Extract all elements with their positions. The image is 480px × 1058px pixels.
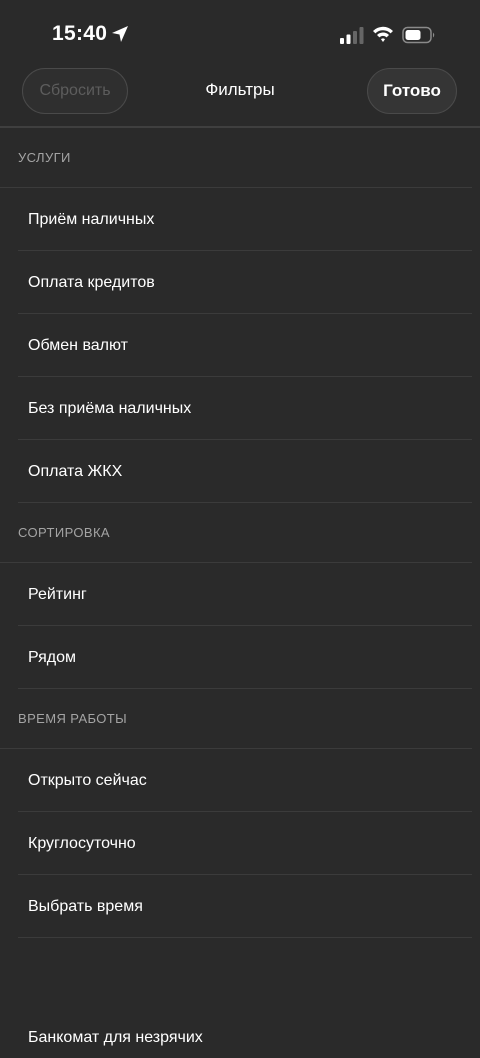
section-header-working-hours: ВРЕМЯ РАБОТЫ bbox=[0, 689, 472, 749]
filter-option[interactable]: Оплата ЖКХ bbox=[18, 440, 472, 503]
sort-option[interactable]: Рядом bbox=[18, 626, 472, 689]
filter-option-partially-visible[interactable]: Банкомат для незрячих bbox=[0, 1018, 480, 1058]
done-button[interactable]: Готово bbox=[367, 68, 457, 114]
hours-option[interactable]: Выбрать время bbox=[18, 875, 472, 938]
hours-option[interactable]: Круглосуточно bbox=[18, 812, 472, 875]
hours-option[interactable]: Открыто сейчас bbox=[18, 749, 472, 812]
section-header-services: УСЛУГИ bbox=[0, 128, 472, 188]
filter-list: УСЛУГИ Приём наличных Оплата кредитов Об… bbox=[0, 128, 480, 1058]
sort-option[interactable]: Рейтинг bbox=[18, 563, 472, 626]
battery-icon bbox=[402, 26, 435, 44]
navigation-bar: Сбросить Фильтры Готово bbox=[0, 66, 480, 126]
wifi-icon bbox=[373, 26, 393, 42]
status-time: 15:40 bbox=[52, 22, 108, 45]
filter-option[interactable]: Обмен валют bbox=[18, 314, 472, 377]
cellular-signal-icon bbox=[340, 27, 364, 44]
status-bar: 15:40 bbox=[0, 0, 480, 68]
filter-option[interactable]: Без приёма наличных bbox=[18, 377, 472, 440]
section-header-sorting: СОРТИРОВКА bbox=[0, 503, 472, 563]
filter-option[interactable]: Оплата кредитов bbox=[18, 251, 472, 314]
location-arrow-icon bbox=[112, 26, 128, 42]
filter-option[interactable]: Приём наличных bbox=[18, 188, 472, 251]
